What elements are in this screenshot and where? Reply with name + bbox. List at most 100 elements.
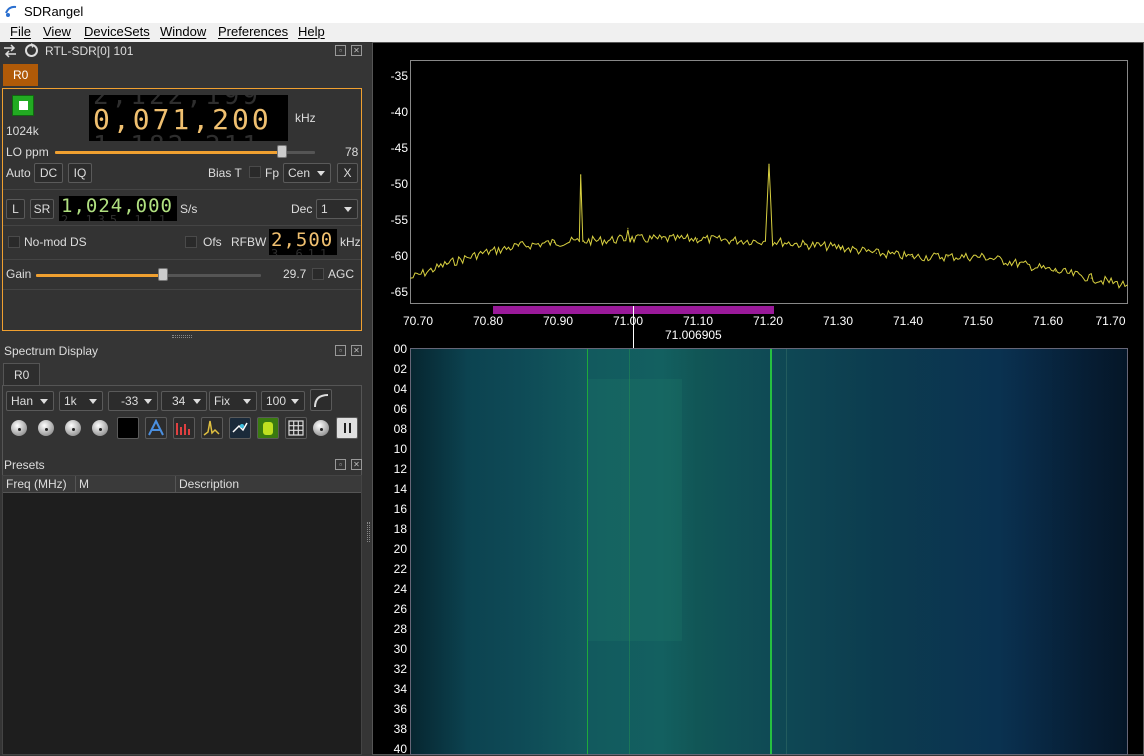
spectrum-point bbox=[983, 256, 985, 258]
tab-device-r0[interactable]: R0 bbox=[3, 64, 39, 86]
time-tick: 24 bbox=[393, 582, 407, 596]
time-tick: 32 bbox=[393, 662, 407, 676]
y-tick: -35 bbox=[390, 69, 408, 83]
agc-checkbox[interactable] bbox=[312, 268, 324, 280]
dec-label: Dec bbox=[291, 202, 313, 216]
float-icon[interactable]: ▫ bbox=[335, 345, 346, 356]
spectrum-point bbox=[446, 263, 448, 265]
spectrum-dock-title: Spectrum Display bbox=[4, 344, 99, 358]
nomod-ds-checkbox[interactable] bbox=[8, 236, 20, 248]
time-tick: 20 bbox=[393, 542, 407, 556]
close-icon[interactable]: ✕ bbox=[351, 45, 362, 56]
menu-bar: File View DeviceSets Window Preferences … bbox=[0, 23, 1144, 42]
y-tick: -40 bbox=[390, 105, 408, 119]
gain-label: Gain bbox=[6, 267, 32, 281]
left-dock: RTL-SDR[0] 101 ▫ ✕ R0 1024k 2,122,199 0,… bbox=[0, 42, 365, 755]
time-tick: 36 bbox=[393, 702, 407, 716]
spectrum-point bbox=[1054, 270, 1056, 272]
dc-button[interactable]: DC bbox=[34, 163, 63, 183]
waterfall-color-icon[interactable] bbox=[257, 417, 279, 439]
start-stop-button[interactable] bbox=[12, 95, 34, 116]
bias-t-checkbox[interactable] bbox=[249, 166, 261, 178]
main-splitter[interactable] bbox=[365, 42, 372, 755]
ofs-checkbox[interactable] bbox=[185, 236, 197, 248]
spectrum-point bbox=[1019, 263, 1021, 265]
menu-file[interactable]: File bbox=[10, 24, 31, 39]
spectrum-point bbox=[804, 244, 806, 246]
nomod-ds-label: No-mod DS bbox=[24, 235, 87, 249]
sample-rate-dial[interactable]: 1,024,000 2,135,111 bbox=[59, 196, 177, 221]
column-freq[interactable]: Freq (MHz) bbox=[6, 477, 67, 491]
float-icon[interactable]: ▫ bbox=[335, 45, 346, 56]
spectrum-point bbox=[764, 240, 766, 242]
device-dock-header: RTL-SDR[0] 101 ▫ ✕ bbox=[0, 42, 365, 60]
pause-button[interactable] bbox=[336, 417, 358, 439]
spectrum-point bbox=[1090, 277, 1092, 279]
grid-intensity-dial-icon[interactable] bbox=[313, 420, 329, 436]
stroke-dial-icon[interactable] bbox=[38, 420, 54, 436]
gain-slider-fill bbox=[36, 274, 163, 277]
spectrum-point bbox=[578, 240, 580, 242]
divider bbox=[3, 259, 361, 260]
fft-size-select[interactable]: 1k bbox=[59, 391, 103, 411]
float-icon[interactable]: ▫ bbox=[335, 459, 346, 470]
column-description[interactable]: Description bbox=[179, 477, 239, 491]
menu-window[interactable]: Window bbox=[160, 24, 206, 39]
sr-button[interactable]: SR bbox=[30, 199, 54, 219]
decay-dial-icon[interactable] bbox=[11, 420, 27, 436]
splitter-handle[interactable] bbox=[172, 335, 192, 338]
waterfall-toggle-icon[interactable] bbox=[117, 417, 139, 439]
menu-devicesets[interactable]: DeviceSets bbox=[84, 24, 150, 39]
curve-icon[interactable] bbox=[310, 389, 332, 411]
l-button[interactable]: L bbox=[6, 199, 25, 219]
menu-view[interactable]: View bbox=[43, 24, 71, 39]
stop-icon bbox=[19, 101, 28, 110]
tab-spectrum-r0[interactable]: R0 bbox=[3, 363, 41, 385]
close-icon[interactable]: ✕ bbox=[351, 459, 362, 470]
gradient-dial-icon[interactable] bbox=[65, 420, 81, 436]
lo-ppm-slider-handle[interactable] bbox=[277, 145, 287, 158]
cursor-frequency: 71.006905 bbox=[665, 328, 722, 342]
time-tick: 00 bbox=[393, 342, 407, 356]
spectrum-view[interactable]: -35 -40 -45 -50 -55 -60 -65 70.70 70.80 … bbox=[372, 42, 1144, 756]
gain-slider-handle[interactable] bbox=[158, 268, 168, 281]
x-tick: 71.60 bbox=[1032, 314, 1064, 328]
spectrum-point bbox=[629, 238, 631, 240]
rfbw-unit: kHz bbox=[340, 235, 361, 249]
iq-button[interactable]: IQ bbox=[68, 163, 92, 183]
lo-ppm-value: 78 bbox=[345, 145, 359, 159]
mode-select[interactable]: Fix bbox=[209, 391, 257, 411]
spectrum-plot[interactable] bbox=[410, 60, 1128, 304]
menu-help[interactable]: Help bbox=[298, 24, 325, 39]
range-spinbox[interactable]: 34 bbox=[161, 391, 207, 411]
colormap-icon[interactable] bbox=[229, 417, 251, 439]
rfbw-dial[interactable]: 2,500 3,611 bbox=[269, 229, 337, 255]
center-frequency-dial[interactable]: 2,122,199 0,071,200 1,182,211 bbox=[89, 95, 288, 141]
menu-preferences[interactable]: Preferences bbox=[218, 24, 288, 39]
time-tick: 12 bbox=[393, 462, 407, 476]
spectrum-point bbox=[1126, 284, 1128, 286]
max-hold-icon[interactable] bbox=[145, 417, 167, 439]
rfbw-label: RFBW bbox=[231, 235, 267, 249]
ref-level-spinbox[interactable]: -33 bbox=[108, 391, 158, 411]
spectrum-trace-icon[interactable] bbox=[201, 417, 223, 439]
decimation-select[interactable]: 1 bbox=[316, 199, 358, 219]
column-mode[interactable]: M bbox=[79, 477, 89, 491]
divider bbox=[3, 189, 361, 190]
grid-icon[interactable] bbox=[285, 417, 307, 439]
swap-icon[interactable] bbox=[3, 44, 17, 58]
fp-mode-select[interactable]: Cen bbox=[283, 163, 331, 183]
reload-icon[interactable] bbox=[24, 43, 39, 58]
time-tick: 26 bbox=[393, 602, 407, 616]
histogram-icon[interactable] bbox=[173, 417, 195, 439]
frequency-unit: kHz bbox=[295, 111, 316, 125]
time-tick: 02 bbox=[393, 362, 407, 376]
window-select[interactable]: Han bbox=[6, 391, 54, 411]
averaging-select[interactable]: 100 bbox=[261, 391, 305, 411]
close-icon[interactable]: ✕ bbox=[351, 345, 362, 356]
sample-rate-unit: S/s bbox=[180, 202, 198, 216]
waterfall-display[interactable] bbox=[410, 348, 1128, 755]
x-button[interactable]: X bbox=[337, 163, 358, 183]
gain-slider-rest bbox=[163, 274, 261, 277]
intensity-dial-icon[interactable] bbox=[92, 420, 108, 436]
